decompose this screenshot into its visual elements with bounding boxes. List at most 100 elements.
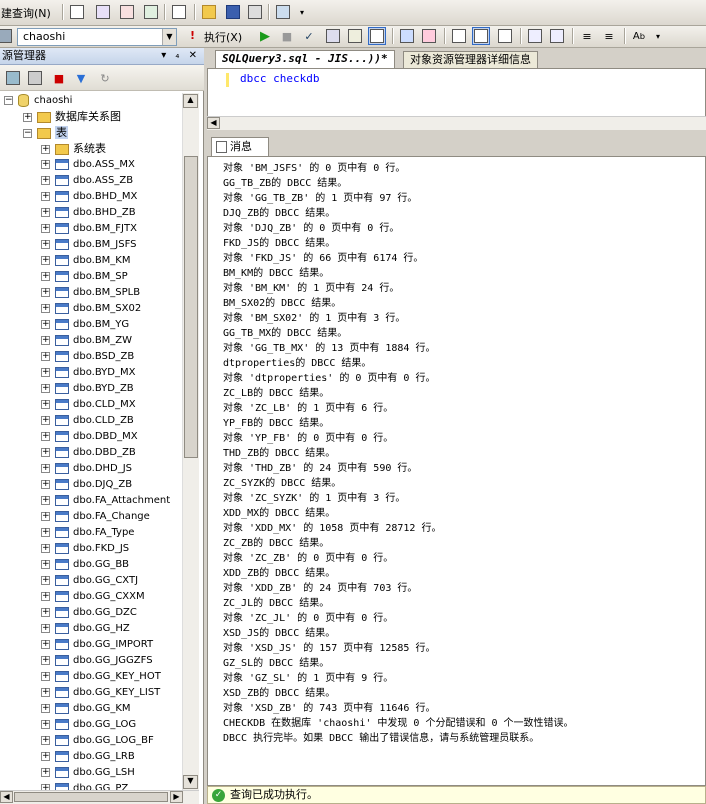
tree-node-table[interactable]: + dbo.GG_JGGZFS (41, 653, 153, 669)
expand-icon[interactable]: + (41, 607, 50, 617)
expand-icon[interactable]: + (41, 575, 50, 585)
expand-icon[interactable]: + (41, 335, 50, 345)
tree-node-table[interactable]: + dbo.GG_KEY_HOT (41, 669, 161, 685)
tree-node-table[interactable]: + dbo.BM_SP (41, 269, 128, 285)
toolbar-overflow-icon[interactable]: ▾ (652, 27, 664, 45)
scroll-left-icon[interactable]: ◀ (207, 117, 220, 129)
open-folder-icon[interactable] (200, 3, 218, 21)
expand-icon[interactable]: + (41, 159, 50, 169)
execute-icon[interactable]: ! (190, 29, 195, 42)
expand-icon[interactable]: + (41, 719, 50, 729)
tree-node-table[interactable]: + dbo.DJQ_ZB (41, 477, 132, 493)
query-designer-icon[interactable] (324, 27, 342, 45)
expand-icon[interactable]: + (41, 144, 50, 154)
expand-icon[interactable]: + (41, 767, 50, 777)
new-file-icon[interactable] (68, 3, 86, 21)
client-stats-icon[interactable] (420, 27, 438, 45)
database-selector[interactable]: chaoshi ▼ (17, 28, 177, 46)
toolbar-overflow-icon[interactable]: ▾ (296, 3, 308, 21)
tree-node-table[interactable]: + dbo.CLD_ZB (41, 413, 134, 429)
results-to-text-icon[interactable] (450, 27, 468, 45)
expand-icon[interactable]: + (41, 479, 50, 489)
expand-icon[interactable]: + (41, 623, 50, 633)
scroll-up-icon[interactable]: ▲ (183, 94, 198, 108)
tree-node-table[interactable]: + dbo.DBD_MX (41, 429, 138, 445)
tree-node-table[interactable]: + dbo.GG_LOG_BF (41, 733, 154, 749)
results-to-file-icon[interactable] (496, 27, 514, 45)
expand-icon[interactable]: + (41, 687, 50, 697)
results-to-icon[interactable] (346, 27, 364, 45)
connect-icon[interactable] (4, 69, 22, 87)
debug-play-icon[interactable]: ▶ (256, 27, 274, 45)
expand-icon[interactable]: + (41, 255, 50, 265)
tree-node-table[interactable]: + dbo.BHD_MX (41, 189, 137, 205)
tree-node-table[interactable]: + dbo.BM_SPLB (41, 285, 140, 301)
tree-node-table[interactable]: + dbo.DBD_ZB (41, 445, 136, 461)
tree-node-table[interactable]: + dbo.BM_SX02 (41, 301, 141, 317)
disconnect-icon[interactable] (26, 69, 44, 87)
expand-icon[interactable]: + (41, 655, 50, 665)
new-query-button[interactable]: 建查询(N) (1, 5, 51, 21)
tree-node-database[interactable]: − chaoshi (4, 93, 72, 109)
tree-node-table[interactable]: + dbo.GG_PZ (41, 781, 128, 790)
collapse-icon[interactable]: − (23, 128, 32, 138)
display-plan-icon[interactable] (368, 27, 386, 45)
expand-icon[interactable]: + (41, 223, 50, 233)
tree-node-table[interactable]: + dbo.GG_KM (41, 701, 131, 717)
results-to-grid-icon[interactable] (472, 27, 490, 45)
tree-node-table[interactable]: + dbo.CLD_MX (41, 397, 136, 413)
editor-horizontal-scrollbar[interactable]: ◀ (207, 116, 706, 130)
tree-node-table[interactable]: + dbo.GG_KEY_LIST (41, 685, 160, 701)
uncomment-icon[interactable] (548, 27, 566, 45)
refresh-icon[interactable]: ↻ (96, 69, 114, 87)
tree-node-table[interactable]: + dbo.GG_CXXM (41, 589, 145, 605)
expand-icon[interactable]: + (41, 207, 50, 217)
pane-controls[interactable]: ▾ ₄ ✕ (161, 48, 200, 64)
expand-icon[interactable]: + (41, 175, 50, 185)
filter-icon[interactable]: ▼ (72, 69, 90, 87)
tree-node-table[interactable]: + dbo.BM_JSFS (41, 237, 137, 253)
tree-node-table[interactable]: + dbo.ASS_ZB (41, 173, 133, 189)
decrease-indent-icon[interactable]: ≡ (578, 27, 596, 45)
tree-node-diagrams[interactable]: + 数据库关系图 (23, 109, 121, 125)
tree-node-table[interactable]: + dbo.BM_YG (41, 317, 129, 333)
stop-icon[interactable]: ■ (50, 69, 68, 87)
expand-icon[interactable]: + (41, 447, 50, 457)
expand-icon[interactable]: + (41, 191, 50, 201)
save-icon[interactable] (224, 3, 242, 21)
tree-node-table[interactable]: + dbo.GG_LOG (41, 717, 136, 733)
print-icon[interactable] (246, 3, 264, 21)
expand-icon[interactable]: + (41, 431, 50, 441)
tab-object-explorer-details[interactable]: 对象资源管理器详细信息 (403, 51, 538, 68)
expand-icon[interactable]: + (41, 671, 50, 681)
xmla-query-icon[interactable] (142, 3, 160, 21)
scroll-left-icon[interactable]: ◀ (0, 791, 13, 803)
expand-icon[interactable]: + (41, 287, 50, 297)
expand-icon[interactable]: + (41, 303, 50, 313)
tree-node-system-tables[interactable]: + 系统表 (41, 141, 106, 157)
expand-icon[interactable]: + (41, 415, 50, 425)
scroll-down-icon[interactable]: ▼ (183, 775, 198, 789)
expand-icon[interactable]: + (41, 703, 50, 713)
tree-node-table[interactable]: + dbo.DHD_JS (41, 461, 132, 477)
tab-sql-query[interactable]: SQLQuery3.sql - JIS...))* (215, 50, 395, 68)
tree-node-table[interactable]: + dbo.GG_LSH (41, 765, 135, 781)
expand-icon[interactable]: + (41, 751, 50, 761)
expand-icon[interactable]: + (41, 495, 50, 505)
tree-node-table[interactable]: + dbo.GG_HZ (41, 621, 130, 637)
expand-icon[interactable]: + (23, 112, 32, 122)
tree-node-table[interactable]: + dbo.BHD_ZB (41, 205, 136, 221)
tree-node-table[interactable]: + dbo.GG_BB (41, 557, 129, 573)
new-document-icon[interactable] (170, 3, 188, 21)
expand-icon[interactable]: + (41, 383, 50, 393)
tree-node-table[interactable]: + dbo.FA_Attachment (41, 493, 170, 509)
tree-node-table[interactable]: + dbo.ASS_MX (41, 157, 135, 173)
mdx-query-icon[interactable] (94, 3, 112, 21)
scroll-right-icon[interactable]: ▶ (170, 791, 183, 803)
chevron-down-icon[interactable]: ▼ (162, 29, 176, 45)
expand-icon[interactable]: + (41, 527, 50, 537)
expand-icon[interactable]: + (41, 399, 50, 409)
collapse-icon[interactable]: − (4, 95, 13, 105)
tree-scroll-thumb[interactable] (184, 156, 198, 458)
tree-node-table[interactable]: + dbo.BYD_MX (41, 365, 135, 381)
